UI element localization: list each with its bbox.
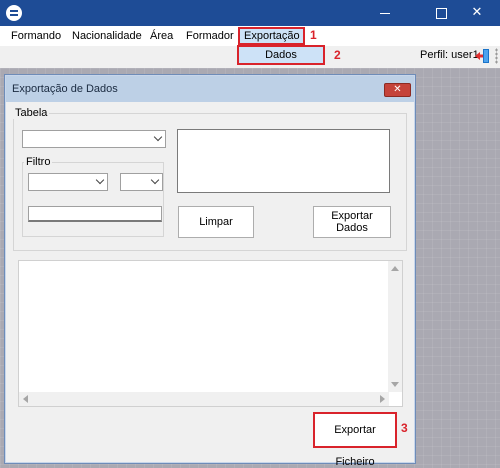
- step-annotation-2: 2: [334, 48, 341, 62]
- vertical-scrollbar[interactable]: [388, 261, 402, 392]
- data-grid[interactable]: [18, 260, 403, 407]
- app-logo-icon: [6, 5, 22, 21]
- export-preview-textbox[interactable]: [177, 129, 390, 193]
- minimize-button[interactable]: [362, 0, 408, 26]
- close-button[interactable]: ✕: [454, 0, 500, 26]
- menu-item-dados[interactable]: Dados: [237, 45, 325, 65]
- step-annotation-1: 1: [310, 28, 317, 42]
- export-window-title: Exportação de Dados: [12, 83, 118, 95]
- toolbar-grip: [495, 48, 498, 64]
- menu-item-exportacao[interactable]: Exportação: [238, 27, 305, 45]
- menu-item-formador[interactable]: Formador: [186, 26, 234, 46]
- export-file-button[interactable]: Exportar Ficheiro: [313, 412, 397, 468]
- filter-operator-select[interactable]: [120, 173, 163, 191]
- chevron-down-icon: [95, 175, 105, 185]
- step-annotation-3: 3: [401, 421, 408, 435]
- menu-bar: Formando Nacionalidade Área Formador Exp…: [0, 26, 500, 46]
- clear-button[interactable]: Limpar: [178, 206, 254, 238]
- scroll-right-icon[interactable]: [380, 395, 385, 403]
- chevron-down-icon: [150, 175, 160, 185]
- export-data-button[interactable]: Exportar Dados: [313, 206, 391, 238]
- export-window-titlebar: Exportação de Dados ✕: [6, 76, 414, 102]
- scroll-down-icon[interactable]: [391, 382, 399, 387]
- logout-icon[interactable]: [474, 47, 492, 65]
- horizontal-scrollbar[interactable]: [19, 392, 389, 406]
- menu-item-area[interactable]: Área: [150, 26, 173, 46]
- export-data-window: Exportação de Dados ✕ Tabela Filtro Limp…: [4, 74, 416, 468]
- menu-item-nacionalidade[interactable]: Nacionalidade: [72, 26, 142, 46]
- profile-label: Perfil: user1: [420, 49, 479, 61]
- scroll-up-icon[interactable]: [391, 266, 399, 271]
- menu-item-formando[interactable]: Formando: [11, 26, 61, 46]
- filter-value-input[interactable]: [28, 206, 162, 222]
- chevron-down-icon: [153, 132, 163, 142]
- export-window-close-button[interactable]: ✕: [384, 83, 411, 97]
- table-group-legend: Tabela: [13, 107, 50, 119]
- app-titlebar: ✕: [0, 0, 500, 26]
- filter-group-legend: Filtro: [24, 156, 53, 168]
- filter-field-select[interactable]: [28, 173, 108, 191]
- table-select[interactable]: [22, 130, 166, 148]
- scroll-left-icon[interactable]: [23, 395, 28, 403]
